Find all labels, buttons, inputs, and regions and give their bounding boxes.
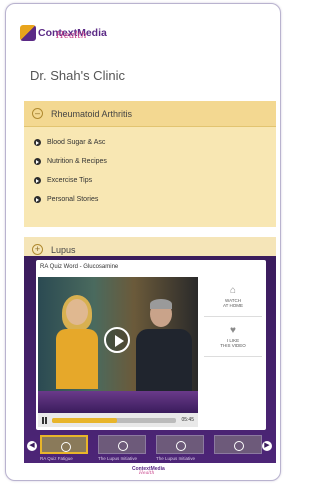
video-floor [38,391,198,413]
section-label: Lupus [51,244,76,255]
video-side-actions: ⌂ WATCH AT HOME ♥ I LIKE THIS VIDEO [204,277,262,427]
pause-icon[interactable] [42,416,47,424]
thumbnail-image [214,435,262,454]
thumbnail-strip: ◀ RA Quiz Fatigue The Lupus Initiative T… [24,435,276,463]
collapse-icon: – [32,108,43,119]
topic-accordion: – Rheumatoid Arthritis Blood Sugar & Asc… [24,101,276,273]
thumbnail-caption: The Lupus Initiative [156,456,196,461]
thumbnail-image [98,435,146,454]
thumbnail-caption: The Lupus Initiative [98,456,138,461]
logo-icon [20,25,36,41]
play-button[interactable] [104,327,130,353]
logo-sub: Health [56,31,87,41]
video-frame[interactable] [38,277,198,413]
accordion-header-rheumatoid-arthritis[interactable]: – Rheumatoid Arthritis [24,101,276,127]
app-screen: ContextMedia Health Dr. Shah's Clinic – … [14,16,276,463]
video-time: 05:45 [181,417,194,423]
thumbnail[interactable] [214,435,262,463]
expand-icon: + [32,244,43,255]
video-panel: RA Quiz Word - Glucosamine 05:45 ⌂ WATCH… [24,256,276,463]
thumbnail-image [40,435,88,454]
video-player: RA Quiz Word - Glucosamine 05:45 ⌂ WATCH… [36,260,266,430]
play-bullet-icon [34,177,41,184]
list-item[interactable]: Excercise Tips [34,171,276,190]
footer-logo-sub: Health [139,471,155,476]
thumbnail-image [156,435,204,454]
play-bullet-icon [34,158,41,165]
accordion-body: Blood Sugar & Asc Nutrition & Recipes Ex… [24,127,276,227]
thumbnail-caption: RA Quiz Fatigue [40,456,73,461]
progress-track[interactable] [52,417,177,423]
thumbnail-list: RA Quiz Fatigue The Lupus Initiative The… [40,435,262,463]
thumbnail[interactable]: The Lupus Initiative [98,435,146,463]
list-item[interactable]: Blood Sugar & Asc [34,133,276,152]
watch-at-home-button[interactable]: ⌂ WATCH AT HOME [204,277,262,317]
play-bullet-icon [34,139,41,146]
progress-fill [52,417,117,423]
person-man [136,299,192,401]
next-arrow-icon[interactable]: ▶ [262,441,272,451]
heart-icon: ♥ [230,324,236,336]
person-woman [56,295,98,389]
page-title: Dr. Shah's Clinic [30,68,125,83]
list-item[interactable]: Nutrition & Recipes [34,152,276,171]
house-icon: ⌂ [229,284,237,296]
thumbnail[interactable]: RA Quiz Fatigue [40,435,88,463]
video-controls: 05:45 [38,413,198,427]
like-video-button[interactable]: ♥ I LIKE THIS VIDEO [204,317,262,357]
section-label: Rheumatoid Arthritis [51,108,133,119]
thumbnail[interactable]: The Lupus Initiative [156,435,204,463]
video-title: RA Quiz Word - Glucosamine [40,264,119,270]
prev-arrow-icon[interactable]: ◀ [27,441,37,451]
play-bullet-icon [34,196,41,203]
list-item[interactable]: Personal Stories [34,190,276,209]
